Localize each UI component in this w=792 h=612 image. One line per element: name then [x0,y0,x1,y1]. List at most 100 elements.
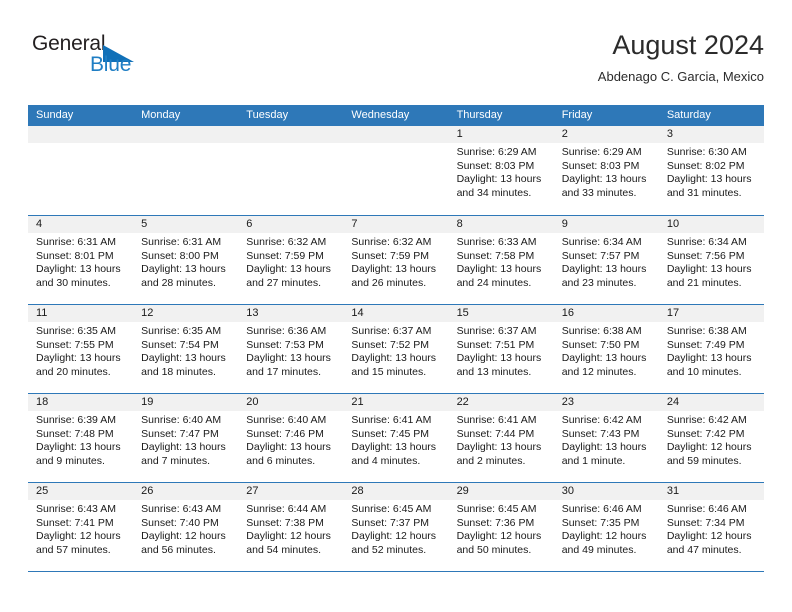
day-number-band: 8 [448,216,554,233]
sunset-text: Sunset: 7:56 PM [666,249,745,262]
calendar-day-cell-empty [343,126,449,215]
calendar-day-cell[interactable]: 30 Sunrise: 6:46 AM Sunset: 7:35 PM Dayligh… [553,483,659,571]
calendar-day-cell[interactable]: 7 Sunrise: 6:32 AM Sunset: 7:59 PM Daylight… [343,216,449,304]
day-number: 25 [36,485,49,497]
calendar-day-cell[interactable]: 4 Sunrise: 6:31 AM Sunset: 8:01 PM Daylight… [28,216,134,304]
calendar-day-cell[interactable]: 22 Sunrise: 6:41 AM Sunset: 7:44 PM Dayligh… [448,394,554,482]
day-number-band: 15 [448,305,554,322]
day-number-band: 26 [133,483,239,500]
day-number: 3 [666,128,673,140]
day-sun-info: Sunrise: 6:39 AM Sunset: 7:48 PM Daylight:… [28,411,133,468]
day-number: 23 [561,396,574,408]
day-number: 21 [351,396,364,408]
day-number: 13 [246,307,259,319]
calendar-day-cell[interactable]: 3 Sunrise: 6:30 AM Sunset: 8:02 PM Daylight… [658,126,764,215]
calendar-day-cell[interactable]: 27 Sunrise: 6:44 AM Sunset: 7:38 PM Dayligh… [238,483,344,571]
day-number: 8 [456,218,463,230]
daylight-text: Daylight: 13 hours and 12 minutes. [561,352,647,378]
sunset-text: Sunset: 7:44 PM [456,427,535,440]
daylight-text: Daylight: 13 hours and 23 minutes. [561,263,647,289]
day-number-band: 24 [658,394,764,411]
daylight-text: Daylight: 13 hours and 27 minutes. [246,263,331,289]
sunrise-text: Sunrise: 6:40 AM [141,414,222,426]
day-number-band: 31 [658,483,764,500]
sunset-text: Sunset: 7:47 PM [141,427,219,440]
sunrise-text: Sunrise: 6:42 AM [666,414,747,426]
daylight-text: Daylight: 13 hours and 20 minutes. [36,352,121,378]
calendar-day-cell[interactable]: 28 Sunrise: 6:45 AM Sunset: 7:37 PM Dayligh… [343,483,449,571]
general-blue-logo[interactable]: General Blue [32,32,212,88]
calendar-day-cell[interactable]: 23 Sunrise: 6:42 AM Sunset: 7:43 PM Dayligh… [553,394,659,482]
day-number-band: 14 [343,305,449,322]
calendar-day-cell-empty [238,126,344,215]
day-sun-info: Sunrise: 6:37 AM Sunset: 7:52 PM Daylight:… [343,322,448,379]
sunset-text: Sunset: 7:36 PM [456,516,535,529]
sunrise-text: Sunrise: 6:33 AM [456,236,537,248]
calendar-day-cell[interactable]: 26 Sunrise: 6:43 AM Sunset: 7:40 PM Dayligh… [133,483,239,571]
sunset-text: Sunset: 7:43 PM [561,427,640,440]
daylight-text: Daylight: 12 hours and 50 minutes. [456,530,542,556]
day-number: 24 [666,396,680,408]
day-number: 27 [246,485,259,497]
daylight-text: Daylight: 13 hours and 10 minutes. [666,352,752,378]
calendar-day-cell[interactable]: 10 Sunrise: 6:34 AM Sunset: 7:56 PM Dayligh… [658,216,764,304]
day-number-band: 6 [238,216,344,233]
day-number-band: 17 [658,305,764,322]
daylight-text: Daylight: 13 hours and 28 minutes. [141,263,226,289]
sunrise-text: Sunrise: 6:30 AM [666,146,747,158]
daylight-text: Daylight: 13 hours and 9 minutes. [36,441,121,467]
sunset-text: Sunset: 8:01 PM [36,249,114,262]
calendar-day-cell[interactable]: 12 Sunrise: 6:35 AM Sunset: 7:54 PM Dayligh… [133,305,239,393]
calendar-day-cell[interactable]: 2 Sunrise: 6:29 AM Sunset: 8:03 PM Daylight… [553,126,659,215]
calendar-day-cell[interactable]: 16 Sunrise: 6:38 AM Sunset: 7:50 PM Dayligh… [553,305,659,393]
sunrise-text: Sunrise: 6:34 AM [561,236,642,248]
calendar-day-cell[interactable]: 24 Sunrise: 6:42 AM Sunset: 7:42 PM Dayligh… [658,394,764,482]
daylight-text: Daylight: 13 hours and 6 minutes. [246,441,331,467]
day-number-band: 1 [448,126,554,143]
day-number: 20 [246,396,259,408]
calendar-day-cell[interactable]: 14 Sunrise: 6:37 AM Sunset: 7:52 PM Dayligh… [343,305,449,393]
day-number: 7 [351,218,358,230]
calendar-day-cell[interactable]: 11 Sunrise: 6:35 AM Sunset: 7:55 PM Dayligh… [28,305,134,393]
calendar-day-cell[interactable]: 1 Sunrise: 6:29 AM Sunset: 8:03 PM Daylight… [448,126,554,215]
daylight-text: Daylight: 13 hours and 30 minutes. [36,263,121,289]
day-sun-info: Sunrise: 6:35 AM Sunset: 7:55 PM Daylight:… [28,322,133,379]
calendar-day-cell[interactable]: 17 Sunrise: 6:38 AM Sunset: 7:49 PM Dayligh… [658,305,764,393]
sunset-text: Sunset: 7:59 PM [246,249,324,262]
calendar-day-cell-empty [28,126,134,215]
calendar-day-cell[interactable]: 29 Sunrise: 6:45 AM Sunset: 7:36 PM Dayligh… [448,483,554,571]
title-block: August 2024 Abdenago C. Garcia, Mexico [598,28,764,87]
calendar-day-cell[interactable]: 20 Sunrise: 6:40 AM Sunset: 7:46 PM Dayligh… [238,394,344,482]
day-number-band: 18 [28,394,134,411]
daylight-text: Daylight: 13 hours and 15 minutes. [351,352,437,378]
day-sun-info: Sunrise: 6:29 AM Sunset: 8:03 PM Daylight:… [449,143,554,200]
calendar-day-cell[interactable]: 5 Sunrise: 6:31 AM Sunset: 8:00 PM Daylight… [133,216,239,304]
calendar-day-cell[interactable]: 31 Sunrise: 6:46 AM Sunset: 7:34 PM Dayligh… [658,483,764,571]
day-sun-info: Sunrise: 6:31 AM Sunset: 8:00 PM Daylight:… [133,233,238,290]
sunset-text: Sunset: 7:42 PM [666,427,745,440]
day-number: 31 [666,485,680,497]
calendar-day-cell[interactable]: 8 Sunrise: 6:33 AM Sunset: 7:58 PM Daylight… [448,216,554,304]
calendar-day-cell[interactable]: 15 Sunrise: 6:37 AM Sunset: 7:51 PM Dayligh… [448,305,554,393]
weekday-header-tuesday: Tuesday [246,109,289,121]
calendar-day-cell[interactable]: 25 Sunrise: 6:43 AM Sunset: 7:41 PM Dayligh… [28,483,134,571]
day-number: 26 [141,485,154,497]
sunrise-text: Sunrise: 6:38 AM [561,325,642,337]
calendar-day-cell[interactable]: 9 Sunrise: 6:34 AM Sunset: 7:57 PM Daylight… [553,216,659,304]
calendar-weeks: 1 Sunrise: 6:29 AM Sunset: 8:03 PM Daylight… [28,126,764,571]
calendar-day-cell[interactable]: 13 Sunrise: 6:36 AM Sunset: 7:53 PM Dayligh… [238,305,344,393]
day-number-band: 29 [448,483,554,500]
day-sun-info: Sunrise: 6:45 AM Sunset: 7:37 PM Daylight:… [343,500,448,557]
calendar-day-cell[interactable]: 6 Sunrise: 6:32 AM Sunset: 7:59 PM Daylight… [238,216,344,304]
calendar-day-cell[interactable]: 18 Sunrise: 6:39 AM Sunset: 7:48 PM Dayligh… [28,394,134,482]
day-number-band [28,126,134,143]
calendar-day-cell[interactable]: 19 Sunrise: 6:40 AM Sunset: 7:47 PM Dayligh… [133,394,239,482]
sunset-text: Sunset: 7:57 PM [561,249,640,262]
day-number-band: 13 [238,305,344,322]
day-sun-info: Sunrise: 6:32 AM Sunset: 7:59 PM Daylight:… [343,233,448,290]
calendar-day-cell[interactable]: 21 Sunrise: 6:41 AM Sunset: 7:45 PM Dayligh… [343,394,449,482]
sunrise-text: Sunrise: 6:29 AM [456,146,537,158]
daylight-text: Daylight: 13 hours and 24 minutes. [456,263,542,289]
sunrise-text: Sunrise: 6:31 AM [36,236,116,248]
day-number-band: 2 [553,126,659,143]
